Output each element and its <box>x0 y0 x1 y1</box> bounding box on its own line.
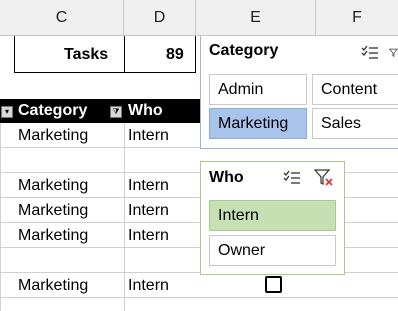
gridline <box>124 123 125 311</box>
summary-divider <box>124 36 125 73</box>
tasks-label[interactable]: Tasks <box>64 43 108 67</box>
multi-select-icon[interactable] <box>281 168 303 188</box>
slicer-item-intern[interactable]: Intern <box>209 200 336 231</box>
slicer-title: Category <box>209 42 279 59</box>
filter-dropdown-icon[interactable]: ▾ <box>1 106 13 118</box>
cell-category[interactable]: Marketing <box>18 224 88 248</box>
category-slicer[interactable]: Category Admin Content Marketing Sales <box>200 36 398 149</box>
cell-who[interactable]: Intern <box>128 274 169 298</box>
header-who[interactable]: Who <box>128 99 163 123</box>
gridline <box>0 123 1 311</box>
slicer-item-admin[interactable]: Admin <box>209 74 307 105</box>
cell-category[interactable]: Marketing <box>18 174 88 198</box>
multi-select-icon[interactable] <box>359 43 381 63</box>
slicer-item-marketing[interactable]: Marketing <box>209 108 307 139</box>
cell-category[interactable]: Marketing <box>18 199 88 223</box>
cell-category[interactable]: Marketing <box>18 124 88 148</box>
slicer-item-owner[interactable]: Owner <box>209 235 336 266</box>
column-header-bar: C D E F <box>0 0 398 36</box>
slicer-item-sales[interactable]: Sales <box>312 108 398 139</box>
tasks-count[interactable]: 89 <box>166 43 184 67</box>
cell-who[interactable]: Intern <box>128 199 169 223</box>
header-category[interactable]: Category <box>18 99 87 123</box>
task-checkbox[interactable] <box>265 276 282 293</box>
filter-applied-icon[interactable]: ⧩ <box>110 106 122 118</box>
slicer-title: Who <box>209 169 244 186</box>
column-header-c[interactable]: C <box>0 0 124 36</box>
clear-filter-icon[interactable] <box>389 43 398 63</box>
who-slicer[interactable]: Who Intern Owner <box>200 161 345 275</box>
clear-filter-icon[interactable] <box>313 168 335 188</box>
cell-who[interactable]: Intern <box>128 224 169 248</box>
cell-who[interactable]: Intern <box>128 124 169 148</box>
column-header-e[interactable]: E <box>196 0 316 36</box>
cell-who[interactable]: Intern <box>128 174 169 198</box>
column-header-d[interactable]: D <box>124 0 196 36</box>
slicer-item-content[interactable]: Content <box>312 74 398 105</box>
cell-category[interactable]: Marketing <box>18 274 88 298</box>
column-header-f[interactable]: F <box>316 0 398 36</box>
